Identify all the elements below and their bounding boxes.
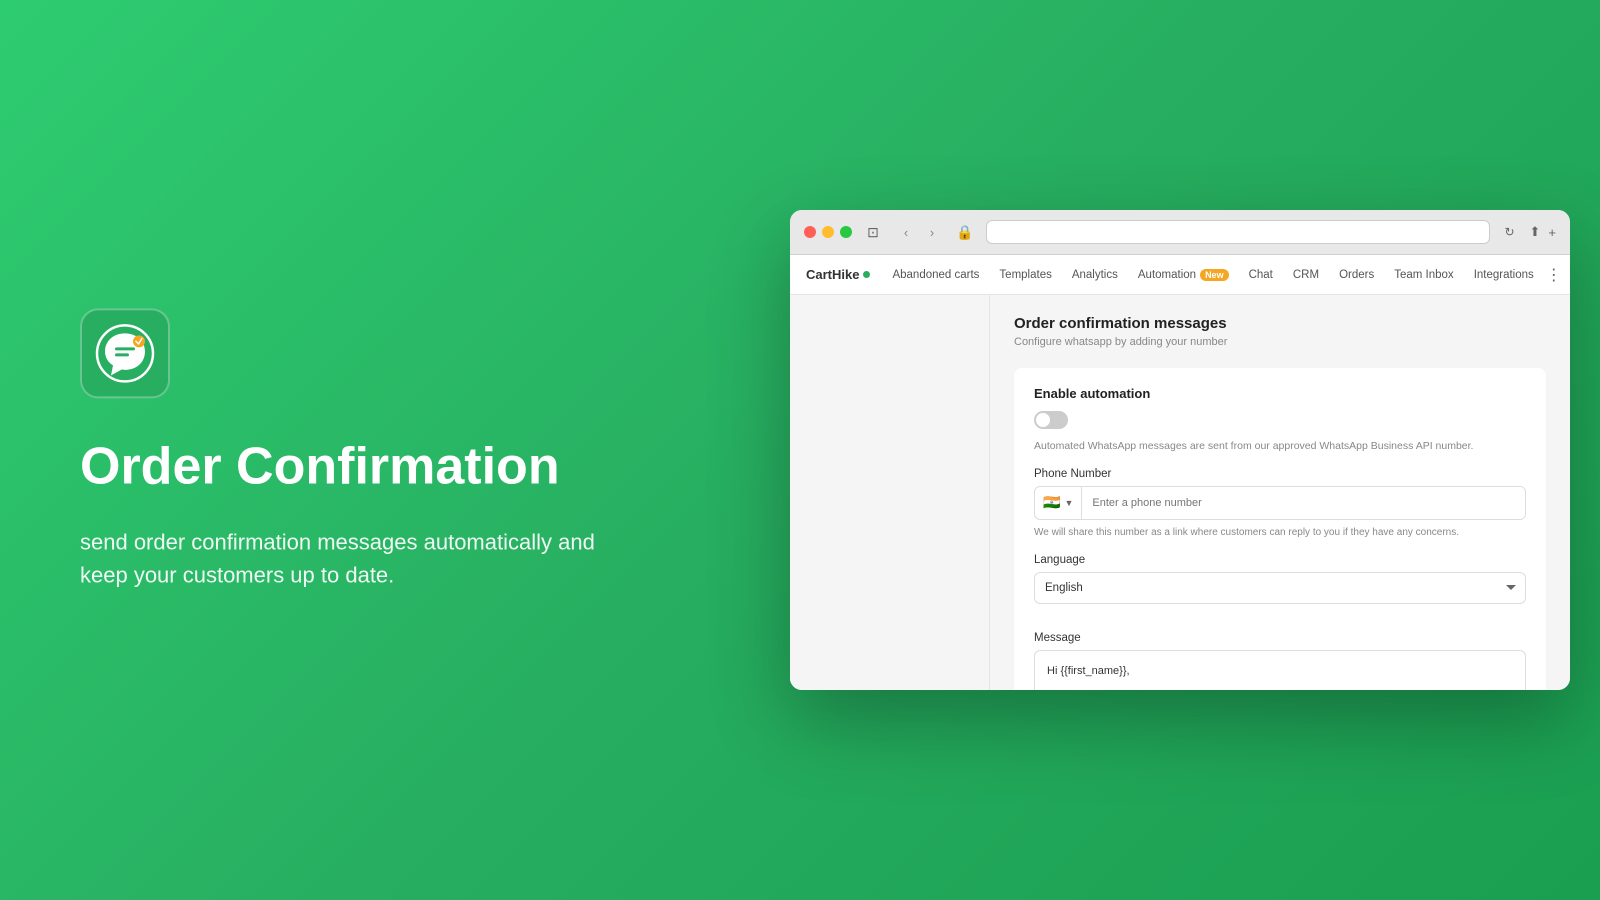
share-icon[interactable]: ⬆ bbox=[1530, 224, 1541, 240]
close-button[interactable] bbox=[804, 226, 816, 238]
panel-title: Order confirmation messages bbox=[1014, 315, 1546, 332]
language-select-wrapper: English Spanish French German Portuguese bbox=[1034, 572, 1526, 618]
phone-helper-text: We will share this number as a link wher… bbox=[1034, 526, 1526, 540]
flag-dropdown-icon: ▼ bbox=[1064, 498, 1073, 508]
phone-input[interactable] bbox=[1082, 487, 1525, 519]
maximize-button[interactable] bbox=[840, 226, 852, 238]
nav-team-inbox[interactable]: Team Inbox bbox=[1386, 255, 1461, 295]
browser-window: ⊡ ‹ › 🔒 ↻ ⬆ + CartHike Abandoned carts T… bbox=[790, 210, 1570, 690]
browser-chrome: ⊡ ‹ › 🔒 ↻ ⬆ + bbox=[790, 210, 1570, 255]
enable-automation-label: Enable automation bbox=[1034, 386, 1526, 401]
toggle-row bbox=[1034, 411, 1526, 429]
nav-crm[interactable]: CRM bbox=[1285, 255, 1327, 295]
add-tab-icon[interactable]: + bbox=[1548, 225, 1556, 240]
app-content: Order confirmation messages Configure wh… bbox=[790, 295, 1570, 690]
message-line-1: Hi {{first_name}}, bbox=[1047, 663, 1513, 681]
refresh-button[interactable]: ↻ bbox=[1500, 222, 1520, 242]
message-line-2 bbox=[1047, 686, 1513, 690]
window-icon[interactable]: ⊡ bbox=[862, 221, 884, 243]
language-select[interactable]: English Spanish French German Portuguese bbox=[1034, 572, 1526, 604]
automation-helper-text: Automated WhatsApp messages are sent fro… bbox=[1034, 439, 1526, 454]
phone-input-row: 🇮🇳 ▼ bbox=[1034, 486, 1526, 520]
app-logo bbox=[80, 308, 170, 398]
nav-automation[interactable]: Automation New bbox=[1130, 255, 1237, 295]
automation-badge: New bbox=[1200, 269, 1229, 281]
address-bar[interactable] bbox=[986, 220, 1490, 244]
form-section: Enable automation Automated WhatsApp mes… bbox=[1014, 368, 1546, 690]
more-options-icon[interactable]: ⋮ bbox=[1546, 265, 1562, 285]
message-label: Message bbox=[1034, 632, 1526, 644]
left-panel: Order Confirmation send order confirmati… bbox=[80, 308, 600, 591]
flag-emoji: 🇮🇳 bbox=[1043, 494, 1060, 511]
brand-dot bbox=[863, 271, 870, 278]
content-sidebar bbox=[790, 295, 990, 690]
language-label: Language bbox=[1034, 554, 1526, 566]
forward-button[interactable]: › bbox=[920, 220, 944, 244]
browser-nav: ‹ › bbox=[894, 220, 944, 244]
traffic-lights bbox=[804, 226, 852, 238]
message-box[interactable]: Hi {{first_name}}, Thank you for your pu… bbox=[1034, 650, 1526, 690]
nav-chat[interactable]: Chat bbox=[1241, 255, 1281, 295]
lock-icon: 🔒 bbox=[954, 221, 976, 243]
phone-flag[interactable]: 🇮🇳 ▼ bbox=[1035, 487, 1082, 519]
browser-actions: ⬆ + bbox=[1530, 224, 1557, 240]
app-navigation: CartHike Abandoned carts Templates Analy… bbox=[790, 255, 1570, 295]
brand-name: CartHike bbox=[806, 267, 859, 282]
nav-integrations[interactable]: Integrations bbox=[1466, 255, 1542, 295]
main-panel: Order confirmation messages Configure wh… bbox=[990, 295, 1570, 690]
phone-number-label: Phone Number bbox=[1034, 468, 1526, 480]
nav-analytics[interactable]: Analytics bbox=[1064, 255, 1126, 295]
page-subtitle: send order confirmation messages automat… bbox=[80, 526, 600, 592]
automation-toggle[interactable] bbox=[1034, 411, 1068, 429]
brand-logo: CartHike bbox=[806, 267, 870, 282]
page-title: Order Confirmation bbox=[80, 438, 600, 495]
nav-templates[interactable]: Templates bbox=[991, 255, 1059, 295]
back-button[interactable]: ‹ bbox=[894, 220, 918, 244]
nav-abandoned-carts[interactable]: Abandoned carts bbox=[884, 255, 987, 295]
minimize-button[interactable] bbox=[822, 226, 834, 238]
nav-orders[interactable]: Orders bbox=[1331, 255, 1382, 295]
panel-subtitle: Configure whatsapp by adding your number bbox=[1014, 336, 1546, 348]
